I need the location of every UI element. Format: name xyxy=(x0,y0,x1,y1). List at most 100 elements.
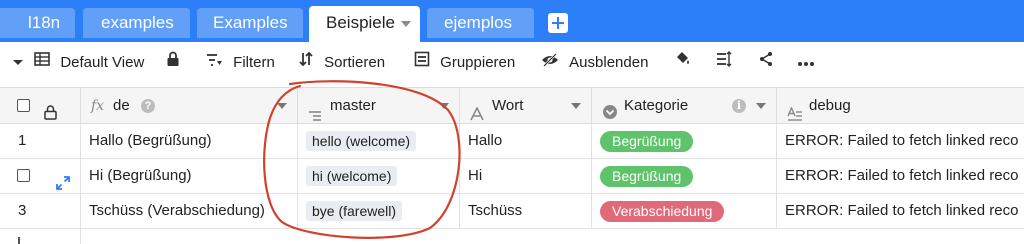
sort-icon xyxy=(298,42,314,84)
column-label: Kategorie xyxy=(624,97,689,114)
row-number: 1 xyxy=(18,132,27,149)
grid-header: fx de ? master Wort Kategorie i debug xyxy=(0,88,1024,124)
color-button[interactable] xyxy=(674,42,698,88)
group-label: Gruppieren xyxy=(440,54,516,72)
row-height-icon xyxy=(716,42,732,84)
tab-ejemplos[interactable]: ejemplos xyxy=(427,8,534,38)
cell-de[interactable]: Hi (Begrüßung) xyxy=(81,159,298,194)
sort-label: Sortieren xyxy=(324,54,386,72)
cell-kategorie[interactable]: Verabschiedung xyxy=(592,194,777,229)
paint-bucket-icon xyxy=(674,42,692,84)
column-label: Wort xyxy=(492,97,524,114)
tab-label: ejemplos xyxy=(444,13,513,32)
cell-text: Hallo (Begrüßung) xyxy=(89,132,212,149)
cell-text: Tschüss (Verabschiedung) xyxy=(89,202,265,219)
table-row[interactable]: Hi (Begrüßung) hi (welcome) Hi Begrüßung… xyxy=(0,159,1024,194)
category-pill: Begrüßung xyxy=(600,131,694,152)
linked-record-chip[interactable]: hello (welcome) xyxy=(306,131,417,151)
lock-icon xyxy=(166,42,180,84)
data-grid: fx de ? master Wort Kategorie i debug 1 … xyxy=(0,88,1024,244)
tab-l18n[interactable]: l18n xyxy=(0,8,75,38)
more-options-button[interactable] xyxy=(797,42,821,88)
chevron-down-icon[interactable] xyxy=(571,103,581,109)
formula-icon: fx xyxy=(91,98,105,114)
row-number-cell: 3 xyxy=(0,194,81,229)
column-header-de[interactable]: fx de ? xyxy=(81,88,298,124)
grid-view-icon xyxy=(34,42,50,84)
tab-label: l18n xyxy=(28,13,61,32)
more-icon xyxy=(797,42,815,84)
hide-fields-button[interactable]: Ausblenden xyxy=(541,42,648,88)
column-header-wort[interactable]: Wort xyxy=(460,88,592,124)
cell-text: Tschüss xyxy=(468,202,523,219)
tab-examples[interactable]: Examples xyxy=(197,8,303,38)
column-label: de xyxy=(113,97,130,114)
cell-wort[interactable]: Hallo xyxy=(460,124,592,159)
select-all-checkbox[interactable] xyxy=(17,99,30,112)
tab-examples-lower[interactable]: examples xyxy=(83,8,190,38)
category-pill: Verabschiedung xyxy=(600,201,725,222)
chevron-down-icon[interactable] xyxy=(439,103,449,109)
cell-de[interactable]: Tschüss (Verabschiedung) xyxy=(81,194,298,229)
cell-text: ERROR: Failed to fetch linked reco xyxy=(785,167,1019,184)
header-select-all xyxy=(0,88,81,124)
table-row[interactable]: 3 Tschüss (Verabschiedung) bye (farewell… xyxy=(0,194,1024,229)
cell-kategorie[interactable]: Begrüßung xyxy=(592,159,777,194)
cell-master[interactable]: bye (farewell) xyxy=(298,194,460,229)
cell-wort[interactable]: Tschüss xyxy=(460,194,592,229)
view-switcher[interactable]: Default View xyxy=(12,42,144,88)
cell-debug[interactable]: ERROR: Failed to fetch linked reco xyxy=(777,194,1024,229)
row-number-cell: 1 xyxy=(0,124,81,159)
view-name: Default View xyxy=(60,54,145,72)
chevron-down-icon xyxy=(12,42,24,84)
tab-label: examples xyxy=(101,13,174,32)
table-tab-bar: l18n examples Examples Beispiele ejemplo… xyxy=(0,0,1024,42)
info-icon[interactable]: ? xyxy=(141,99,155,113)
cell-master[interactable]: hello (welcome) xyxy=(298,124,460,159)
cell-wort[interactable]: Hi xyxy=(460,159,592,194)
row-checkbox[interactable] xyxy=(17,169,30,182)
chevron-down-icon[interactable] xyxy=(756,103,766,109)
column-header-debug[interactable]: debug xyxy=(777,88,1024,124)
tab-beispiele[interactable]: Beispiele xyxy=(309,6,420,42)
filter-icon xyxy=(206,42,223,84)
share-icon xyxy=(758,42,774,84)
filter-button[interactable]: Filtern xyxy=(206,42,275,88)
column-header-master[interactable]: master xyxy=(298,88,460,124)
cell-kategorie[interactable]: Begrüßung xyxy=(592,124,777,159)
tab-menu-caret-icon[interactable] xyxy=(401,20,411,27)
tab-label: Examples xyxy=(213,13,288,32)
row-height-button[interactable] xyxy=(716,42,738,88)
linked-record-chip[interactable]: hi (welcome) xyxy=(306,166,398,186)
group-button[interactable]: Gruppieren xyxy=(414,42,515,88)
table-row[interactable]: 1 Hallo (Begrüßung) hello (welcome) Hall… xyxy=(0,124,1024,159)
row-number: 3 xyxy=(18,202,27,219)
cell-debug[interactable]: ERROR: Failed to fetch linked reco xyxy=(777,124,1024,159)
view-toolbar: Default View Filtern Sortieren Gruppiere… xyxy=(0,42,1024,88)
cell-text: ERROR: Failed to fetch linked reco xyxy=(785,202,1019,219)
eye-off-icon xyxy=(541,42,559,84)
expand-record-icon[interactable] xyxy=(56,169,70,194)
column-label: master xyxy=(330,97,376,114)
cell-master[interactable]: hi (welcome) xyxy=(298,159,460,194)
cell-text: Hi (Begrüßung) xyxy=(89,167,192,184)
cell-text: Hallo xyxy=(468,132,503,149)
lock-view-button[interactable] xyxy=(166,42,186,88)
add-row-icon[interactable] xyxy=(18,237,20,244)
row-number-cell xyxy=(0,159,81,194)
add-row-area[interactable] xyxy=(0,229,81,244)
linked-record-chip[interactable]: bye (farewell) xyxy=(306,201,403,221)
group-icon xyxy=(414,42,430,84)
chevron-down-icon[interactable] xyxy=(277,103,287,109)
column-header-kategorie[interactable]: Kategorie i xyxy=(592,88,777,124)
hide-fields-label: Ausblenden xyxy=(569,54,649,72)
tab-label: Beispiele xyxy=(326,13,395,32)
cell-de[interactable]: Hallo (Begrüßung) xyxy=(81,124,298,159)
info-icon[interactable]: i xyxy=(732,99,746,113)
cell-text: ERROR: Failed to fetch linked reco xyxy=(785,132,1019,149)
filter-label: Filtern xyxy=(233,54,275,72)
add-table-icon[interactable] xyxy=(548,13,568,33)
sort-button[interactable]: Sortieren xyxy=(298,42,385,88)
cell-debug[interactable]: ERROR: Failed to fetch linked reco xyxy=(777,159,1024,194)
share-button[interactable] xyxy=(758,42,780,88)
